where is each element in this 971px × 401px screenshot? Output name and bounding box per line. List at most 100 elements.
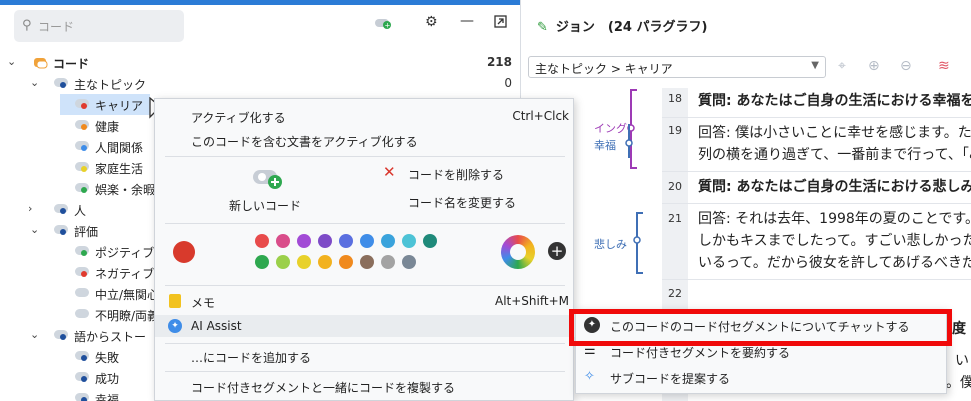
menu-item-activate-documents[interactable]: このコードを含む文書をアクティブ化する [155,129,575,151]
paragraph-text[interactable]: 回答: 僕は小さいことに幸せを感じます。たと 列の横を通り過ぎて、一番前まで行っ… [698,122,971,166]
chevron-down-icon[interactable]: ⌄ [30,328,39,341]
color-swatch[interactable] [381,234,395,248]
tree-root-label: コード [53,57,90,71]
color-swatch[interactable] [276,234,290,248]
current-color-swatch [173,241,195,263]
tree-root-count: 218 [486,55,512,69]
code-toggle-icon [75,309,89,318]
menu-item-activate[interactable]: アクティブ化する Ctrl+Clck [155,105,575,127]
tree-root-codes[interactable]: ⌄ コード 218 [0,52,520,73]
color-swatch[interactable] [360,255,374,269]
coding-stripe-icon[interactable]: ⌖ [838,58,846,74]
menu-item-add-code-to[interactable]: …にコードを追加する [155,345,575,367]
paragraph-number: 19 [668,124,682,137]
menu-item-suggest-subcodes[interactable]: サブコードを提案する [610,370,730,387]
paragraph-fragment: い [955,353,969,369]
color-swatch[interactable] [360,234,374,248]
color-swatch[interactable] [339,255,353,269]
margin-code-label: 幸福 [594,139,616,152]
color-swatch[interactable] [297,234,311,248]
code-color-dot [60,229,66,235]
paragraph-separator [662,203,971,204]
color-swatch[interactable] [423,234,437,248]
code-color-dot [60,208,66,214]
chevron-down-icon[interactable]: ⌄ [30,223,39,236]
color-swatch[interactable] [381,255,395,269]
search-icon: ⚲ [22,18,32,33]
tree-item-label: 語からストー [74,330,147,344]
menu-separator [165,343,565,344]
add-code-icon[interactable]: ⊕ [868,58,880,74]
paragraph-number: 22 [668,287,682,300]
highlight-icon[interactable]: ≋ [938,58,950,74]
code-color-dot [81,250,87,256]
custom-color-icon[interactable] [501,235,535,269]
tree-item-label: 人 [74,204,87,218]
color-swatch[interactable] [402,234,416,248]
delete-code-button[interactable]: コードを削除する [408,166,504,183]
paragraph-number: 20 [668,180,682,193]
delete-icon: ✕ [383,163,396,181]
rename-code-button[interactable]: コード名を変更する [408,194,516,211]
tree-item-label: 主なトピック [74,78,147,92]
chevron-down-icon: ▼ [811,60,819,71]
code-color-dot [60,334,66,340]
search-input[interactable]: ⚲ コード [14,10,184,42]
code-color-dot [81,166,87,172]
tree-item-label: 成功 [95,372,120,386]
ai-assist-icon: ✦ [168,319,182,333]
new-code-icon[interactable] [251,165,285,194]
code-color-dot [81,355,87,361]
color-swatch[interactable] [402,255,416,269]
code-color-dot [81,124,87,130]
remove-code-icon[interactable]: ⊖ [900,58,912,74]
menu-item-summarize-segments[interactable]: コード付きセグメントを要約する [610,344,790,361]
tree-item-label: キャリア [95,99,144,113]
menu-separator [165,285,565,286]
tree-item-label: 家庭生活 [95,162,144,176]
paragraph-text[interactable]: 質問: あなたはご自身の生活における悲しみ [698,176,971,198]
new-code-button[interactable]: 新しいコード [229,197,301,214]
chevron-down-icon[interactable]: ⌄ [7,55,16,68]
sparkle-icon: ✧ [584,369,595,384]
dropdown-value: 主なトピック > キャリア [535,62,673,76]
code-filter-dropdown[interactable]: 主なトピック > キャリア ▼ [528,56,826,78]
highlight-annotation-box [569,309,952,346]
coding-stripes [625,89,643,274]
paragraph-text[interactable]: 回答: それは去年、1998年の夏のことです。 しかもキスまでしたって。すごい悲… [698,208,971,274]
paragraph-text[interactable]: 質問: あなたはご自身の生活における幸福を [698,90,971,112]
tree-item-label: 失敗 [95,351,120,365]
color-swatch[interactable] [318,255,332,269]
undock-icon[interactable] [494,15,507,32]
tree-item-label: 中立/無関心 [95,288,160,302]
color-swatch[interactable] [276,255,290,269]
color-swatch[interactable] [297,255,311,269]
code-color-dot [81,103,87,109]
search-placeholder: コード [38,20,75,34]
chevron-down-icon[interactable]: ⌄ [30,76,39,89]
color-swatch[interactable] [318,234,332,248]
code-color-dot [81,376,87,382]
color-swatch[interactable] [339,234,353,248]
tree-item-main-topics[interactable]: ⌄ 主なトピック 0 [0,73,520,94]
gear-icon[interactable]: ⚙ [425,14,438,30]
paragraph-separator [662,117,971,118]
paragraph-separator [662,279,971,280]
color-swatch[interactable] [255,234,269,248]
menu-item-ai-assist[interactable]: ✦ AI Assist [155,315,575,337]
menu-item-duplicate[interactable]: コード付きセグメントと一緒にコードを複製する [155,375,575,397]
edit-icon: ✎ [537,20,548,35]
menu-separator [165,371,565,372]
menu-separator [165,156,565,157]
tree-item-label: 人間関係 [95,141,144,155]
paragraph-fragment: 。僕 [946,375,971,391]
tree-item-label: 娯楽・余暇 [95,183,156,197]
code-color-dot [81,397,87,401]
new-code-toolbar-icon[interactable]: + [374,16,392,34]
menu-item-memo[interactable]: メモ Alt+Shift+M [155,290,575,312]
add-color-icon[interactable]: + [548,242,566,260]
chevron-right-icon[interactable]: › [28,202,32,215]
tree-item-label: 評価 [74,225,99,239]
color-swatch[interactable] [255,255,269,269]
minimize-icon[interactable]: — [460,13,474,29]
